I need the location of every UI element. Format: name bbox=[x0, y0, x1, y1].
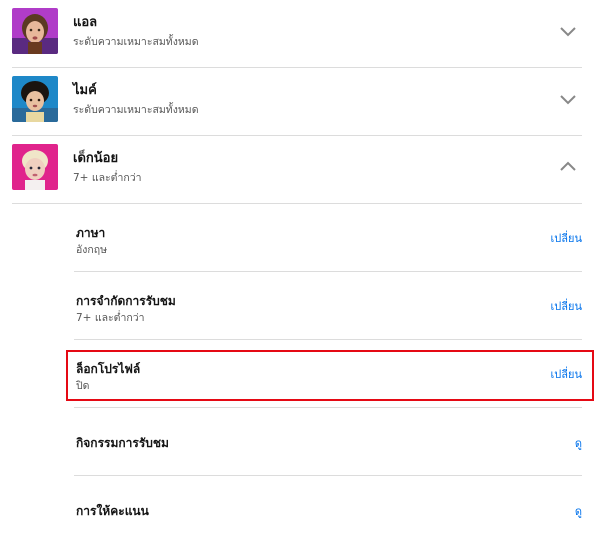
profile-name: เด็กน้อย bbox=[73, 151, 119, 166]
change-language-link[interactable]: เปลี่ยน bbox=[551, 232, 582, 246]
chevron-up-icon[interactable] bbox=[558, 160, 578, 174]
profile-rating: 7+ และต่ำกว่า bbox=[73, 172, 142, 184]
avatar-girl-icon bbox=[12, 8, 58, 54]
setting-title: การให้คะแนน bbox=[76, 504, 149, 518]
avatar-boy-icon bbox=[12, 76, 58, 122]
change-restrictions-link[interactable]: เปลี่ยน bbox=[551, 300, 582, 314]
chevron-down-icon[interactable] bbox=[558, 24, 578, 38]
profile-rating: ระดับความเหมาะสมทั้งหมด bbox=[73, 104, 199, 116]
profile-name: ไมค์ bbox=[73, 83, 97, 98]
profile-rating: ระดับความเหมาะสมทั้งหมด bbox=[73, 36, 199, 48]
setting-row-viewing-activity[interactable]: กิจกรรมการรับชม ดู bbox=[74, 408, 582, 476]
view-ratings-link[interactable]: ดู bbox=[575, 505, 582, 519]
setting-title: การจำกัดการรับชม bbox=[76, 294, 176, 308]
profile-row-mike[interactable]: ไมค์ ระดับความเหมาะสมทั้งหมด bbox=[12, 68, 582, 136]
setting-title: กิจกรรมการรับชม bbox=[76, 436, 169, 450]
chevron-down-icon[interactable] bbox=[558, 92, 578, 106]
avatar-kid-icon bbox=[12, 144, 58, 190]
setting-row-ratings[interactable]: การให้คะแนน ดู bbox=[74, 476, 582, 544]
view-activity-link[interactable]: ดู bbox=[575, 437, 582, 451]
setting-value: อังกฤษ bbox=[76, 244, 108, 256]
highlight-box bbox=[66, 350, 594, 401]
profile-row-kids[interactable]: เด็กน้อย 7+ และต่ำกว่า bbox=[12, 136, 582, 204]
profile-name: แอล bbox=[73, 15, 98, 30]
profile-row-el[interactable]: แอล ระดับความเหมาะสมทั้งหมด bbox=[12, 0, 582, 68]
setting-row-viewing-restrictions[interactable]: การจำกัดการรับชม 7+ และต่ำกว่า เปลี่ยน bbox=[74, 272, 582, 340]
setting-title: ภาษา bbox=[76, 226, 106, 240]
setting-row-language[interactable]: ภาษา อังกฤษ เปลี่ยน bbox=[74, 204, 582, 272]
setting-value: 7+ และต่ำกว่า bbox=[76, 312, 145, 324]
